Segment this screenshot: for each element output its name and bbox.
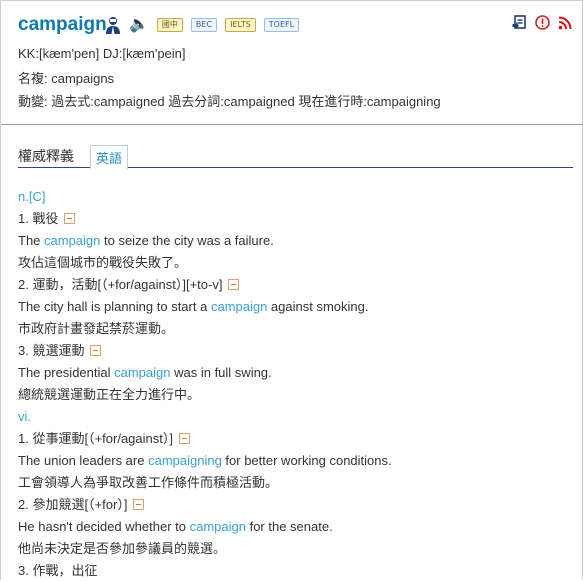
entry-header: campaign 🔈 國中 BEC IELTS TOEFL KK:[kæm'pe… [1,1,583,125]
sense-heading: 2. 運動，活動[（+for/against）][+to-v] [18,274,573,296]
example-sentence: The union leaders are campaigning for be… [18,450,573,472]
sense-heading: 3. 作戰，出征 [18,560,573,582]
translation: 攻佔這個城市的戰役失敗了。 [18,252,573,274]
highlighted-word[interactable]: campaign [190,519,246,534]
example-text: for better working conditions. [221,453,392,468]
collapse-icon[interactable] [133,499,145,510]
highlighted-word[interactable]: campaigning [148,453,222,468]
example-text: to seize the city was a failure. [100,233,274,248]
verb-forms: 動變: 過去式:campaigned 過去分詞:campaigned 現在進行時… [18,94,441,109]
dictionary-panel: campaign 🔈 國中 BEC IELTS TOEFL KK:[kæm'pe… [0,0,583,580]
example-text: The presidential [18,365,115,380]
example-sentence: The presidential campaign was in full sw… [18,362,573,384]
example-text: was in full swing. [170,365,272,380]
translation-text: 攻佔這個城市的戰役失敗了。 [18,255,188,270]
part-of-speech-label: vi. [18,409,31,424]
sense-label: 3. 競選運動 [18,343,85,358]
translation-text: 市政府計畫發起禁菸運動。 [18,321,175,336]
translation: 市政府計畫發起禁菸運動。 [18,318,573,340]
example-text: The [18,233,45,248]
plural-form: 名複: campaigns [18,71,115,86]
example-sentence: The city hall is planning to start a cam… [18,296,573,318]
part-of-speech: n.[C] [18,186,573,208]
headword: campaign [18,14,107,35]
sense-label: 2. 參加競選[（+for）] [18,497,128,512]
highlighted-word[interactable]: campaign [114,365,170,380]
tab-english[interactable]: 英語 [90,145,129,169]
collapse-icon[interactable] [228,279,240,290]
headword-icons: 🔈 國中 BEC IELTS TOEFL [105,16,300,34]
highlighted-word[interactable]: campaign [211,299,267,314]
sense-heading: 2. 參加競選[（+for）] [18,494,573,516]
definition-tabs: 權威釋義 英語 [18,145,573,169]
report-icon[interactable] [512,15,527,33]
sense-label: 3. 作戰，出征 [18,563,98,578]
example-text: The union leaders are [18,453,149,468]
badge-bec: BEC [190,18,218,32]
example-sentence: The campaign to seize the city was a fai… [18,230,573,252]
translation: 總統競選運動正在全力進行中。 [18,384,573,406]
translation-text: 總統競選運動正在全力進行中。 [18,387,201,402]
collapse-icon[interactable] [64,213,76,224]
example-text: for the senate. [245,519,333,534]
sense-label: 1. 戰役 [18,211,59,226]
translation-text: 工會領導人為爭取改善工作條件而積極活動。 [18,475,279,490]
translation-text: 他尚未決定是否參加參議員的競選。 [18,541,227,556]
example-sentence: He hasn't decided whether to campaign fo… [18,516,573,538]
sense-label: 2. 運動，活動[（+for/against）][+to-v] [18,277,223,292]
sense-heading: 1. 從事運動[（+for/against）] [18,428,573,450]
highlighted-word[interactable]: campaign [44,233,100,248]
collapse-icon[interactable] [178,433,190,444]
sense-heading: 3. 競選運動 [18,340,573,362]
rss-icon[interactable] [558,16,572,33]
badge-ielts: IELTS [225,18,256,32]
tab-authoritative[interactable]: 權威釋義 [18,146,74,166]
part-of-speech: vi. [18,406,573,428]
sense-label: 1. 從事運動[（+for/against）] [18,431,173,446]
header-divider [1,124,583,125]
header-actions [512,15,572,33]
pronunciation: KK:[kæm'pen] DJ:[kæm'pein] [18,46,186,61]
person-icon[interactable] [105,16,121,34]
example-text: against smoking. [267,299,369,314]
alert-icon[interactable] [535,15,550,33]
part-of-speech-label: n.[C] [18,189,46,204]
speaker-icon[interactable]: 🔈 [129,17,149,33]
collapse-icon[interactable] [90,345,102,356]
example-text: The city hall is planning to start a [18,299,211,314]
translation: 他尚未決定是否參加參議員的競選。 [18,538,573,560]
badge-junior-high: 國中 [156,18,183,32]
badge-toefl: TOEFL [263,18,300,32]
translation: 工會領導人為爭取改善工作條件而積極活動。 [18,472,573,494]
definitions: n.[C] 1. 戰役 The campaign to seize the city… [18,186,573,582]
sense-heading: 1. 戰役 [18,208,573,230]
example-text: He hasn't decided whether to [18,519,190,534]
